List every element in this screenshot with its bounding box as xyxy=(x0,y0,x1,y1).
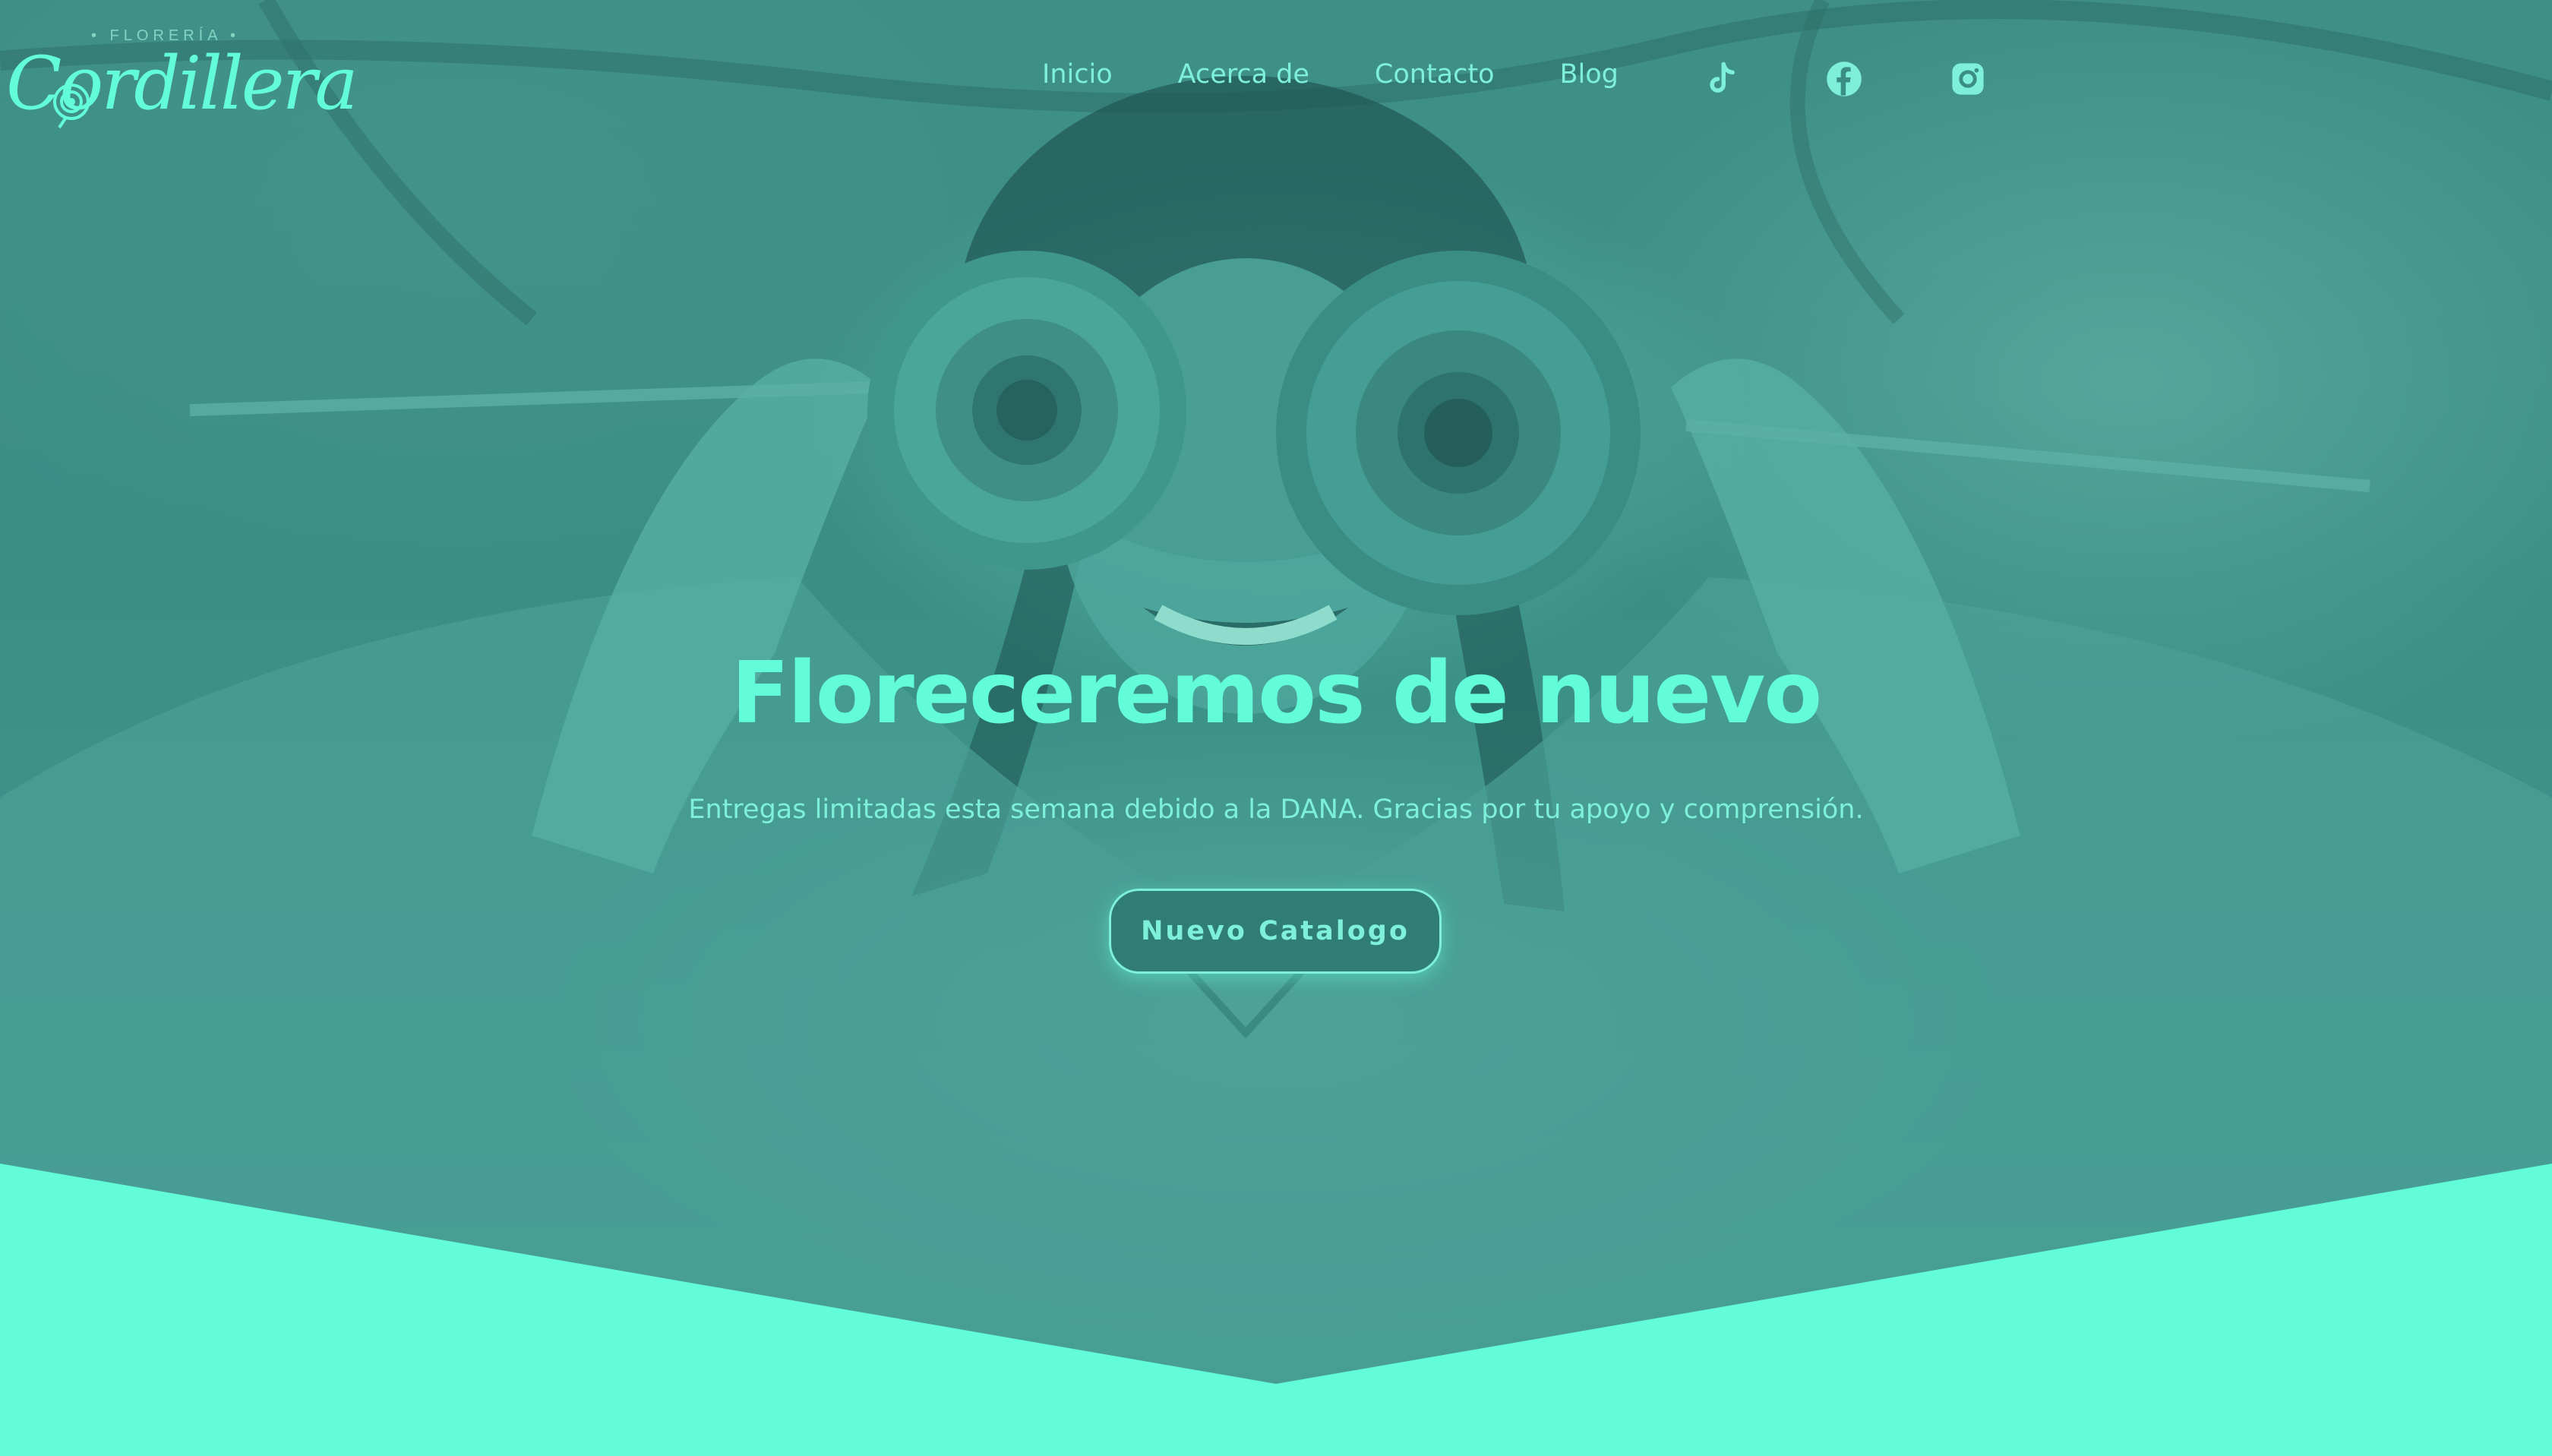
nav-link-inicio[interactable]: Inicio xyxy=(1042,59,1113,90)
nav-link-contacto[interactable]: Contacto xyxy=(1375,59,1495,90)
hero-title: Floreceremos de nuevo xyxy=(731,644,1822,743)
tiktok-icon[interactable] xyxy=(1701,59,1741,99)
main-navigation: Inicio Acerca de Contacto Blog xyxy=(1042,59,1619,90)
instagram-icon[interactable] xyxy=(1948,59,1988,99)
nav-link-blog[interactable]: Blog xyxy=(1560,59,1619,90)
hero-subtitle: Entregas limitadas esta semana debido a … xyxy=(688,794,1864,825)
new-catalog-button[interactable]: Nuevo Catalogo xyxy=(1109,889,1442,974)
rose-icon xyxy=(53,84,90,129)
facebook-icon[interactable] xyxy=(1824,59,1864,99)
brand-logo[interactable]: • FLORERÍA • Cordillera xyxy=(6,24,358,131)
landing-page: • FLORERÍA • Cordillera Inicio Acerca de… xyxy=(0,0,2552,1456)
nav-link-acerca-de[interactable]: Acerca de xyxy=(1178,59,1309,90)
